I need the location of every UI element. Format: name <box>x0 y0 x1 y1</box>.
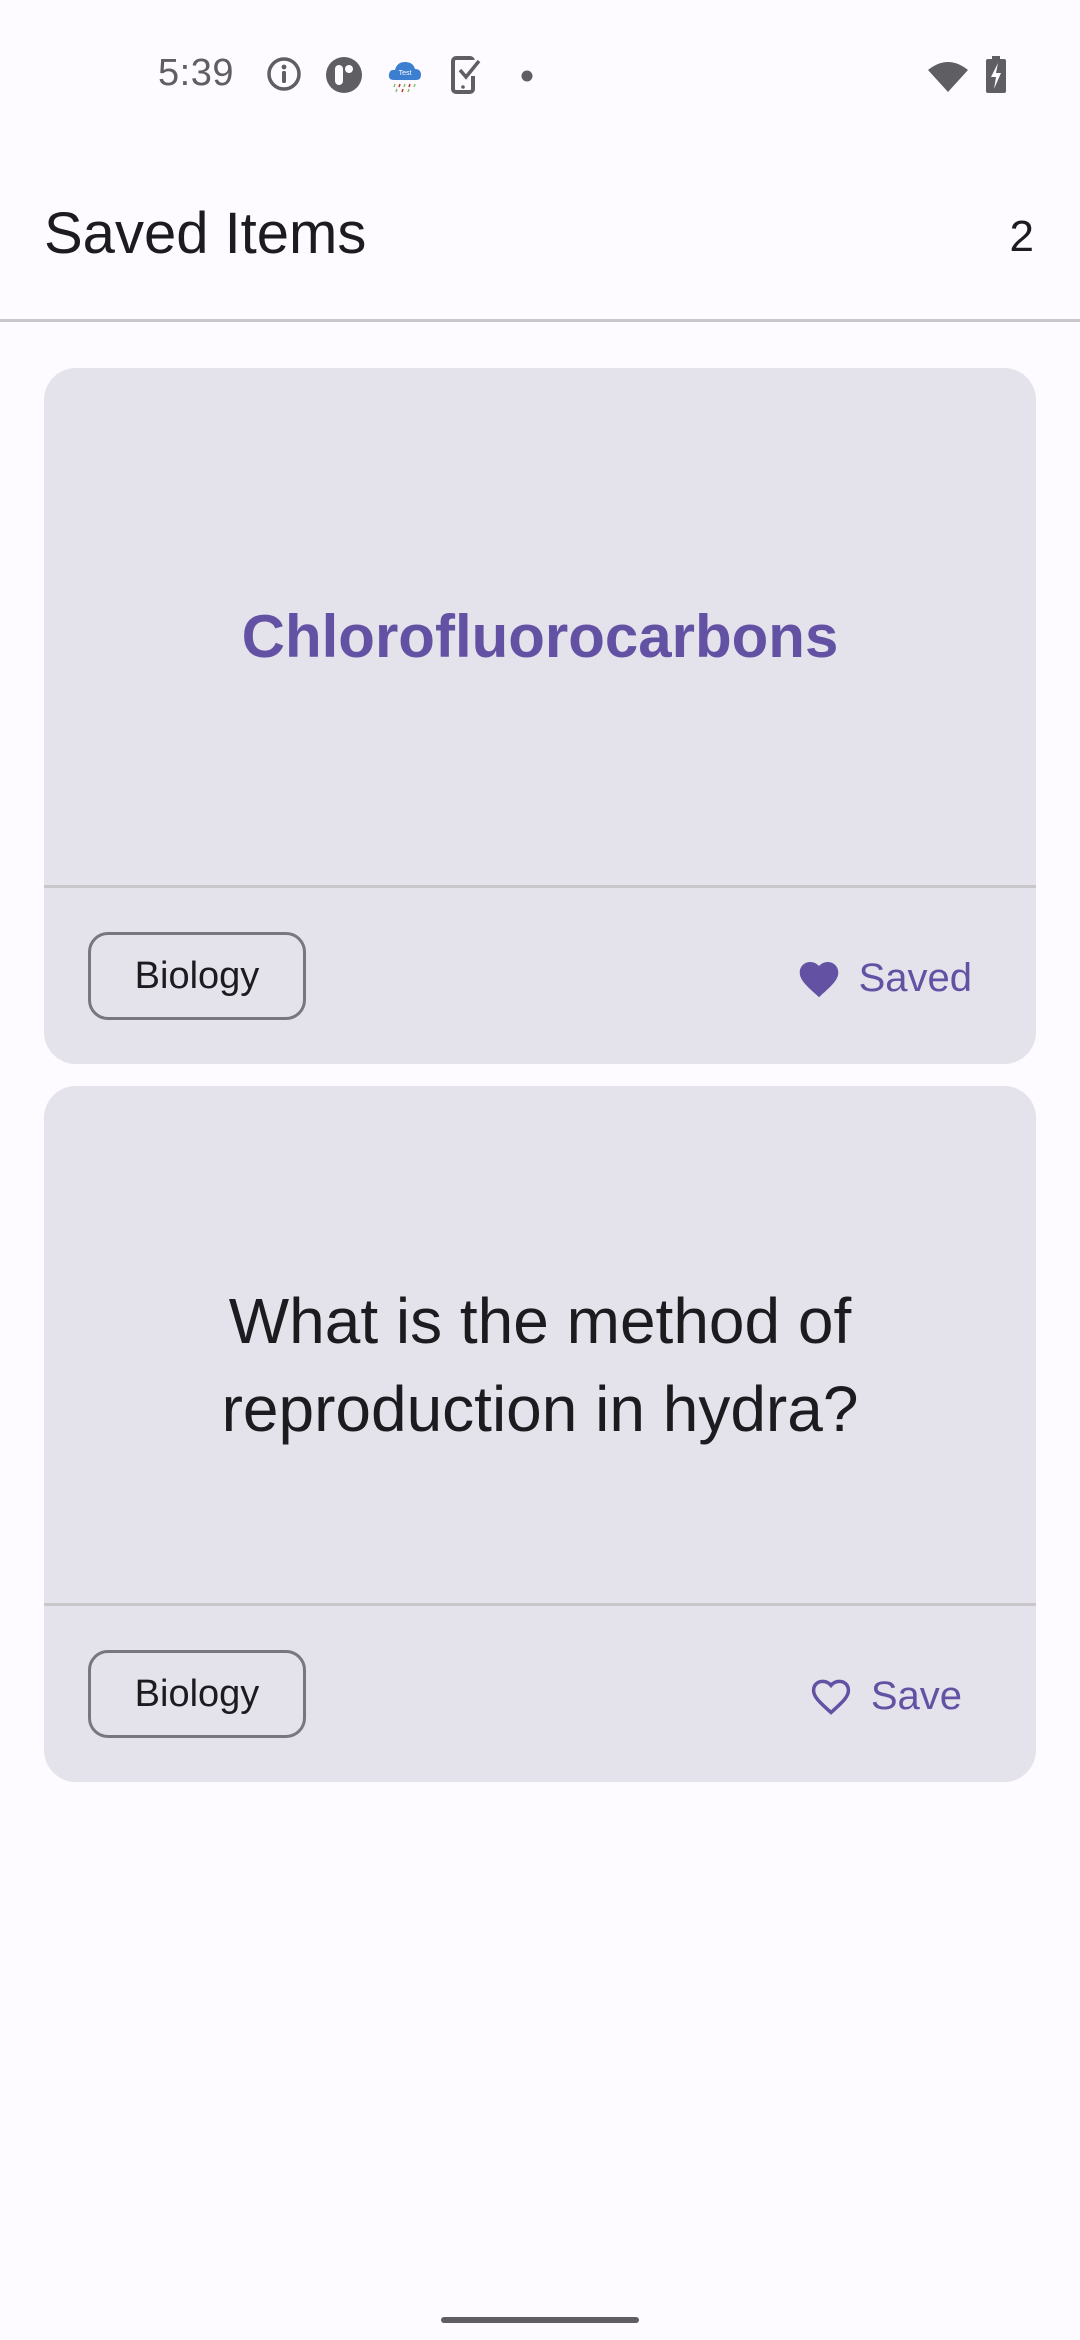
page-title: Saved Items <box>44 201 367 266</box>
home-gesture-handle[interactable] <box>441 2317 639 2323</box>
category-chip[interactable]: Biology <box>88 932 306 1020</box>
info-icon <box>266 56 302 97</box>
card-divider <box>44 1603 1036 1606</box>
app-r-icon <box>325 56 363 99</box>
saved-card[interactable]: Chlorofluorocarbons Biology Saved <box>44 368 1036 1064</box>
app-bar: Saved Items 2 <box>0 170 1080 322</box>
heart-outline-icon <box>809 1675 853 1717</box>
test-cloud-icon: Test <box>386 58 424 99</box>
save-label: Saved <box>858 955 972 1000</box>
heart-filled-icon <box>797 957 841 999</box>
saved-count: 2 <box>1009 212 1034 261</box>
battery-charging-icon <box>985 56 1007 99</box>
save-label: Save <box>870 1673 962 1718</box>
save-toggle-button[interactable]: Save <box>809 1666 962 1726</box>
card-question-text: What is the method of reproduction in hy… <box>221 1284 859 1445</box>
status-bar: 5:39 Test <box>0 0 1080 150</box>
card-divider <box>44 885 1036 888</box>
device-check-icon <box>451 56 483 99</box>
card-term-text: Chlorofluorocarbons <box>241 603 839 670</box>
wifi-icon <box>926 58 970 99</box>
card-content[interactable]: What is the method of reproduction in hy… <box>44 1086 1036 1603</box>
status-time: 5:39 <box>158 52 234 94</box>
notification-dot-icon <box>521 69 533 87</box>
svg-text:Test: Test <box>399 70 412 77</box>
category-chip[interactable]: Biology <box>88 1650 306 1738</box>
saved-card[interactable]: What is the method of reproduction in hy… <box>44 1086 1036 1782</box>
card-content[interactable]: Chlorofluorocarbons <box>44 368 1036 885</box>
saved-toggle-button[interactable]: Saved <box>797 948 972 1008</box>
